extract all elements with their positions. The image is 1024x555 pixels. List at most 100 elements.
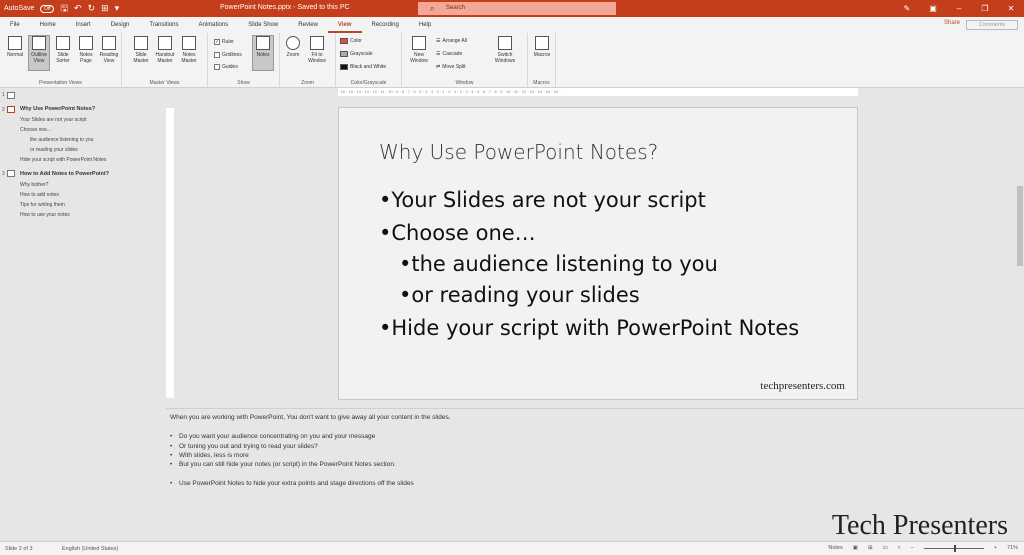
outline-bullet[interactable]: How to add notes xyxy=(20,192,59,198)
outline-view-button[interactable]: Outline View xyxy=(28,35,50,71)
tab-insert[interactable]: Insert xyxy=(66,17,101,33)
present-icon[interactable]: ⊞ xyxy=(101,3,109,14)
note-bullet: Use PowerPoint Notes to hide your extra … xyxy=(179,480,414,487)
notes-page-button[interactable]: Notes Page xyxy=(75,36,97,64)
slide-subbullet[interactable]: •the audience listening to you xyxy=(399,252,718,276)
move-split-button[interactable]: ⇄ Move Split xyxy=(436,64,466,70)
reading-view-button[interactable]: Reading View xyxy=(98,36,120,64)
minimize-button[interactable]: – xyxy=(946,4,972,13)
slide-canvas[interactable]: Why Use PowerPoint Notes? •Your Slides a… xyxy=(338,107,858,400)
reading-view-status-icon[interactable]: ▭ xyxy=(883,545,888,551)
window-group-label: Window xyxy=(455,80,474,86)
slide-bullet[interactable]: •Your Slides are not your script xyxy=(379,188,706,212)
scrollbar-thumb[interactable] xyxy=(1017,186,1023,266)
comments-button[interactable]: Comments xyxy=(966,20,1018,30)
tab-slide-show[interactable]: Slide Show xyxy=(238,17,288,33)
arrange-all-button[interactable]: ☰ Arrange All xyxy=(436,38,467,44)
show-group: ✓ Ruler Gridlines Guides Notes Show xyxy=(208,33,280,88)
move-split-icon: ⇄ xyxy=(436,64,441,70)
tab-help[interactable]: Help xyxy=(409,17,441,33)
new-window-label: New Window xyxy=(410,52,428,64)
outline-subbullet[interactable]: or reading your slides xyxy=(30,147,78,153)
vertical-scrollbar[interactable] xyxy=(1016,88,1024,408)
slide-title[interactable]: Why Use PowerPoint Notes? xyxy=(379,140,658,164)
tab-transitions[interactable]: Transitions xyxy=(139,17,188,33)
fit-to-window-button[interactable]: Fit to Window xyxy=(306,36,328,64)
zoom-slider[interactable] xyxy=(923,544,984,552)
ruler-checkbox[interactable]: ✓ Ruler xyxy=(214,39,234,45)
tab-design[interactable]: Design xyxy=(101,17,140,33)
slide-1-icon[interactable] xyxy=(7,92,15,99)
handout-master-button[interactable]: Handout Master xyxy=(154,36,176,64)
redo-icon[interactable]: ↻ xyxy=(88,3,96,14)
tab-view[interactable]: View xyxy=(327,17,362,33)
pen-icon[interactable]: ✎ xyxy=(894,4,920,13)
outline-slide-3-title[interactable]: How to Add Notes to PowerPoint? xyxy=(20,171,109,177)
notes-page-label: Notes Page xyxy=(79,52,93,64)
grayscale-button[interactable]: Grayscale xyxy=(340,51,373,57)
share-button[interactable]: Share xyxy=(944,20,960,26)
customize-quick-access-icon[interactable]: ▾ xyxy=(115,3,120,14)
outline-bullet[interactable]: Choose one... xyxy=(20,127,51,133)
autosave-toggle[interactable]: Off xyxy=(40,4,55,13)
search-input[interactable]: ⌕ Search xyxy=(418,2,616,15)
normal-view-status-icon[interactable]: ▣ xyxy=(853,545,858,551)
zoom-in-icon[interactable]: + xyxy=(994,545,997,551)
tab-home[interactable]: Home xyxy=(30,17,66,33)
document-title[interactable]: PowerPoint Notes.pptx - Saved to this PC xyxy=(220,4,350,11)
slide-subbullet[interactable]: •or reading your slides xyxy=(399,283,640,307)
notes-status-button[interactable]: Notes xyxy=(828,545,842,551)
outline-bullet[interactable]: Hide your script with PowerPoint Notes xyxy=(20,157,106,163)
color-button[interactable]: Color xyxy=(340,38,362,44)
undo-icon[interactable]: ↶ xyxy=(74,3,82,14)
zoom-button[interactable]: Zoom xyxy=(282,36,304,58)
black-white-button[interactable]: Black and White xyxy=(340,64,386,70)
macros-button-label: Macros xyxy=(533,52,551,58)
notes-master-button[interactable]: Notes Master xyxy=(178,36,200,64)
outline-slide-2-title[interactable]: Why Use PowerPoint Notes? xyxy=(20,106,95,112)
gridlines-checkbox[interactable]: Gridlines xyxy=(214,52,242,58)
zoom-level[interactable]: 71% xyxy=(1007,545,1018,551)
cascade-button[interactable]: ☰ Cascade xyxy=(436,51,462,57)
close-button[interactable]: ✕ xyxy=(998,4,1024,13)
outline-pane[interactable]: 1 2 Why Use PowerPoint Notes? Your Slide… xyxy=(0,88,166,408)
zoom-group-label: Zoom xyxy=(301,80,314,86)
guides-checkbox[interactable]: Guides xyxy=(214,64,238,70)
slide-bullet[interactable]: •Hide your script with PowerPoint Notes xyxy=(379,316,799,340)
notes-toggle-button[interactable]: Notes xyxy=(252,35,274,71)
outline-bullet[interactable]: Tips for writing them xyxy=(20,202,65,208)
tab-recording[interactable]: Recording xyxy=(362,17,409,33)
zoom-out-icon[interactable]: − xyxy=(911,545,914,551)
new-window-button[interactable]: New Window xyxy=(408,36,430,64)
slide-master-button[interactable]: Slide Master xyxy=(130,36,152,64)
ribbon-display-icon[interactable]: ▣ xyxy=(920,4,946,13)
save-icon[interactable]: 🖫 xyxy=(60,1,68,17)
notes-master-label: Notes Master xyxy=(181,52,197,64)
slide-bullet[interactable]: •Choose one… xyxy=(379,221,536,245)
slide-3-icon[interactable] xyxy=(7,170,15,177)
brand-watermark: Tech Presenters xyxy=(831,510,1008,541)
outline-subbullet[interactable]: the audience listening to you xyxy=(30,137,93,143)
grayscale-swatch-icon xyxy=(340,51,348,57)
language-status[interactable]: English (United States) xyxy=(62,546,118,552)
macros-button[interactable]: Macros xyxy=(531,36,553,58)
horizontal-ruler: · 16 · 15 · 14 · 13 · 12 · 11 · 10 · 9 ·… xyxy=(338,88,858,96)
tab-file[interactable]: File xyxy=(0,17,30,33)
outline-bullet[interactable]: How to use your notes xyxy=(20,212,70,218)
normal-view-button[interactable]: Normal xyxy=(4,36,26,58)
notes-page-icon xyxy=(79,36,93,50)
new-window-icon xyxy=(412,36,426,50)
switch-windows-button[interactable]: Switch Windows xyxy=(494,36,516,64)
restore-button[interactable]: ❐ xyxy=(972,4,998,13)
slide-2-icon[interactable] xyxy=(7,106,15,113)
outline-bullet[interactable]: Your Slides are not your script xyxy=(20,117,87,123)
slide-sorter-status-icon[interactable]: ⊞ xyxy=(868,545,873,551)
tab-animations[interactable]: Animations xyxy=(189,17,239,33)
slide-show-status-icon[interactable]: ▿ xyxy=(898,545,901,551)
notes-toggle-label: Notes xyxy=(256,52,270,58)
slide-sorter-button[interactable]: Slide Sorter xyxy=(52,36,74,64)
color-grayscale-group: Color Grayscale Black and White Color/Gr… xyxy=(336,33,402,88)
slide-footer[interactable]: techpresenters.com xyxy=(760,380,845,392)
outline-bullet[interactable]: Why bother? xyxy=(20,182,48,188)
tab-review[interactable]: Review xyxy=(288,17,328,33)
